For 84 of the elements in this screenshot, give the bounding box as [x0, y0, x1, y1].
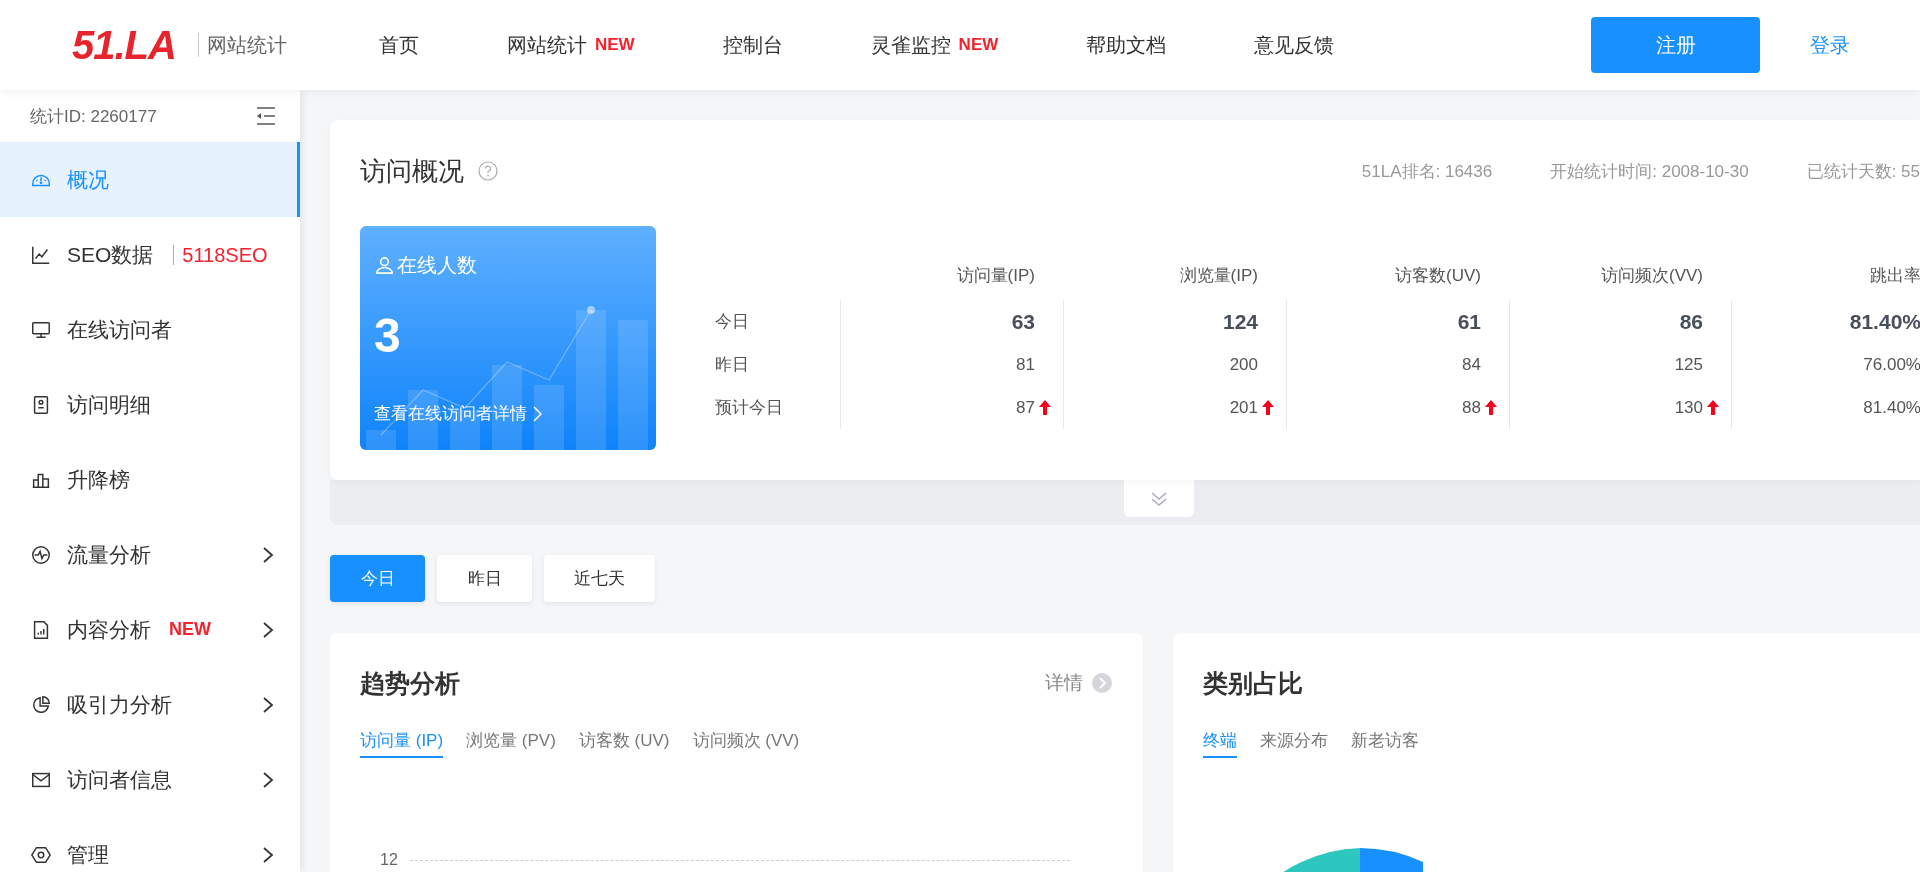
- help-icon[interactable]: [478, 161, 498, 181]
- table-cell: 201: [1063, 386, 1286, 429]
- sidebar-item-label: 概况: [67, 166, 109, 193]
- table-cell: 88: [1286, 386, 1509, 429]
- decor-bar: [534, 385, 564, 450]
- pie-chart-icon: [30, 693, 52, 716]
- table-cell: 200: [1063, 343, 1286, 386]
- partner-link[interactable]: 5118SEO: [173, 244, 268, 265]
- menu-collapse-icon[interactable]: [254, 106, 278, 126]
- column-header: 访问量(IP): [955, 265, 1036, 287]
- section-title: 访问概况: [360, 154, 464, 188]
- nav-link[interactable]: 网站统计 NEW: [506, 31, 635, 59]
- column-header: 访问频次(VV): [1600, 265, 1704, 287]
- axis-label: 12: [380, 851, 399, 869]
- sidebar-item-label: 升降榜: [67, 466, 130, 493]
- table-cell: 86: [1509, 300, 1731, 343]
- sidebar-item[interactable]: 内容分析 NEW: [0, 592, 300, 667]
- sidebar-item-label: 内容分析: [67, 616, 151, 643]
- sidebar-item-label: 访问者信息: [67, 766, 172, 793]
- table-cell: 87: [840, 386, 1063, 429]
- sidebar-item-label: 管理: [67, 841, 109, 868]
- table-cell: 130: [1509, 386, 1731, 429]
- row-label: 昨日: [715, 354, 750, 376]
- new-label: NEW: [594, 35, 635, 55]
- table-cell: 61: [1286, 300, 1509, 343]
- decor-bar: [366, 430, 396, 450]
- table-cell: 76.00%: [1731, 343, 1920, 386]
- metric-tab[interactable]: 访客数 (UV): [578, 728, 670, 758]
- nav-link[interactable]: 意见反馈: [1254, 31, 1335, 59]
- table-cell: 63: [840, 300, 1063, 343]
- decor-point: [587, 306, 595, 314]
- product-name: 网站统计: [197, 33, 287, 57]
- metric-tab[interactable]: 访问频次 (VV): [692, 728, 800, 758]
- sidebar-item-label: 访问明细: [67, 391, 151, 418]
- metric-tab[interactable]: 浏览量 (PV): [466, 728, 556, 758]
- row-label: 预计今日: [715, 397, 784, 419]
- row-label: 今日: [715, 311, 750, 333]
- online-count: 3: [374, 308, 401, 363]
- table-cell: 81.40%: [1731, 300, 1920, 343]
- chevron-right-icon: [533, 405, 542, 422]
- category-tab[interactable]: 新老访客: [1351, 728, 1419, 758]
- logo[interactable]: 51.LA: [72, 22, 176, 68]
- sidebar-item-label: 吸引力分析: [67, 691, 172, 718]
- sidebar-item[interactable]: SEO数据 5118SEO: [0, 217, 300, 292]
- card-title: 类别占比: [1203, 667, 1303, 699]
- sidebar-item-label: SEO数据: [67, 241, 154, 268]
- sidebar-item-label: 流量分析: [67, 541, 151, 568]
- period-button[interactable]: 昨日: [437, 555, 532, 602]
- sidebar-item[interactable]: 访问明细: [0, 367, 300, 442]
- nav-link[interactable]: 控制台: [722, 31, 783, 59]
- column-header: 访客数(UV): [1394, 265, 1482, 287]
- double-chevron-down-icon: [1150, 490, 1168, 507]
- expand-button[interactable]: [1124, 480, 1194, 517]
- stat-meta: 开始统计时间: 2008-10-30: [1550, 160, 1749, 183]
- nav-link[interactable]: 帮助文档: [1086, 31, 1167, 59]
- sidebar-item-label: 在线访问者: [67, 316, 172, 343]
- sidebar-item[interactable]: 在线访问者: [0, 292, 300, 367]
- table-cell: 81: [840, 343, 1063, 386]
- sidebar-item[interactable]: 升降榜: [0, 442, 300, 517]
- stat-meta: 已统计天数: 55: [1806, 160, 1920, 183]
- table-cell: 81.40%: [1731, 386, 1920, 429]
- nav-link[interactable]: 灵雀监控 NEW: [870, 31, 999, 59]
- new-label: NEW: [958, 35, 999, 55]
- sidebar-item[interactable]: 吸引力分析: [0, 667, 300, 742]
- pulse-icon: [30, 543, 52, 566]
- period-button[interactable]: 近七天: [544, 555, 655, 602]
- table-cell: 84: [1286, 343, 1509, 386]
- details-link[interactable]: 详情: [1045, 670, 1113, 696]
- sidebar-item[interactable]: 流量分析: [0, 517, 300, 592]
- card-title: 趋势分析: [360, 667, 460, 699]
- table-cell: 125: [1509, 343, 1731, 386]
- online-title: 在线人数: [397, 253, 477, 278]
- user-icon: [374, 255, 395, 276]
- table-cell: 124: [1063, 300, 1286, 343]
- sidebar-item[interactable]: 访问者信息: [0, 742, 300, 817]
- nav-link[interactable]: 首页: [378, 31, 419, 59]
- column-header: 跳出率: [1869, 265, 1920, 287]
- category-tab[interactable]: 来源分布: [1260, 728, 1328, 758]
- column-header: 浏览量(IP): [1178, 265, 1259, 287]
- site-id: 统计ID: 2260177: [30, 105, 157, 128]
- new-label: NEW: [169, 619, 211, 640]
- chevron-circle-icon: [1091, 672, 1113, 694]
- sidebar-item[interactable]: 管理: [0, 817, 300, 872]
- stat-meta: 51LA排名: 16436: [1361, 160, 1493, 183]
